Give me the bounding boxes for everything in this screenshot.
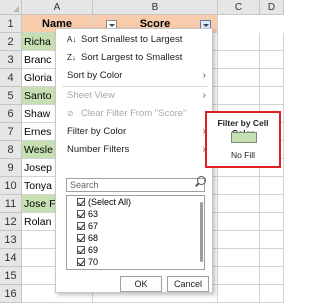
row-header[interactable]: 16 (0, 285, 22, 303)
select-all-label: (Select All) (88, 197, 132, 207)
empty-cell[interactable] (218, 69, 260, 87)
value-checkbox-item[interactable]: 69 (77, 244, 98, 256)
value-checkbox-item[interactable]: 67 (77, 220, 98, 232)
empty-cell[interactable] (218, 33, 260, 51)
select-all-corner[interactable] (0, 0, 22, 15)
row-header[interactable]: 12 (0, 213, 22, 231)
checkbox-checked-icon (77, 210, 85, 218)
empty-cell[interactable] (218, 285, 260, 303)
number-filters-label: Number Filters (67, 144, 130, 155)
empty-cell[interactable] (260, 213, 284, 231)
sort-by-color-item[interactable]: Sort by Color › (56, 67, 212, 84)
value-label: 63 (88, 209, 99, 219)
sort-by-color-label: Sort by Color (67, 70, 123, 81)
value-checkbox-item[interactable]: 81 (77, 268, 98, 270)
checkbox-checked-icon (77, 222, 85, 230)
row-header[interactable]: 9 (0, 159, 22, 177)
filter-by-cell-color-submenu: Filter by Cell Color No Fill (205, 111, 281, 168)
column-header-c[interactable]: C (218, 0, 260, 15)
cancel-button[interactable]: Cancel (167, 276, 209, 292)
empty-cell[interactable] (260, 195, 284, 213)
sort-ascending-item[interactable]: A↓ Sort Smallest to Largest (56, 31, 212, 48)
sort-desc-icon: Z↓ (67, 53, 76, 62)
search-placeholder: Search (70, 180, 99, 190)
select-all-checkbox[interactable]: (Select All) (77, 196, 131, 208)
value-checklist: (Select All) 6367686970819091 (66, 195, 205, 270)
empty-cell[interactable] (218, 213, 260, 231)
empty-cell[interactable] (260, 285, 284, 303)
row-header[interactable]: 7 (0, 123, 22, 141)
row-header[interactable]: 1 (0, 15, 22, 33)
empty-cell[interactable] (218, 51, 260, 69)
sheet-view-label: Sheet View (67, 90, 115, 101)
clear-filter-label: Clear Filter From "Score" (81, 108, 187, 119)
empty-cell[interactable] (260, 231, 284, 249)
empty-cell[interactable] (260, 87, 284, 105)
empty-cell[interactable] (218, 231, 260, 249)
value-label: 67 (88, 221, 99, 231)
empty-cell[interactable] (260, 69, 284, 87)
sort-asc-icon: A↓ (67, 35, 77, 44)
empty-cell[interactable] (260, 249, 284, 267)
clear-filter-icon: ⊘ (67, 109, 74, 118)
value-label: 70 (88, 257, 99, 267)
row-header[interactable]: 11 (0, 195, 22, 213)
checkbox-checked-icon (77, 198, 85, 206)
value-label: 81 (88, 269, 98, 270)
checkbox-checked-icon (77, 234, 85, 242)
empty-cell[interactable] (218, 249, 260, 267)
value-checkbox-item[interactable]: 68 (77, 232, 98, 244)
value-checkbox-item[interactable]: 63 (77, 208, 98, 220)
empty-cell[interactable] (260, 267, 284, 285)
sheet-view-item: Sheet View › (56, 87, 212, 104)
sort-ascending-label: Sort Smallest to Largest (81, 34, 183, 45)
filter-menu: A↓ Sort Smallest to Largest Z↓ Sort Larges… (55, 28, 213, 293)
clear-filter-item: ⊘ Clear Filter From "Score" (56, 105, 212, 122)
column-header-d[interactable]: D (260, 0, 284, 15)
no-fill-option[interactable]: No Fill (207, 150, 279, 160)
row-header[interactable]: 15 (0, 267, 22, 285)
row-header[interactable]: 10 (0, 177, 22, 195)
row-header[interactable]: 6 (0, 105, 22, 123)
checkbox-checked-icon (77, 246, 85, 254)
row-header[interactable]: 14 (0, 249, 22, 267)
row-header[interactable]: 4 (0, 69, 22, 87)
value-label: 68 (88, 233, 99, 243)
number-filters-item[interactable]: Number Filters› (56, 141, 212, 158)
empty-cell[interactable] (260, 33, 284, 51)
scrollbar-thumb[interactable] (200, 202, 203, 262)
row-header[interactable]: 3 (0, 51, 22, 69)
column-header-a[interactable]: A (22, 0, 93, 15)
row-header[interactable]: 2 (0, 33, 22, 51)
filter-by-color-label: Filter by Color (67, 126, 127, 137)
green-color-swatch[interactable] (231, 132, 257, 143)
sort-descending-item[interactable]: Z↓ Sort Largest to Smallest (56, 49, 212, 66)
empty-cell[interactable] (260, 51, 284, 69)
empty-cell[interactable] (218, 87, 260, 105)
chevron-right-icon: › (202, 70, 206, 81)
row-header[interactable]: 5 (0, 87, 22, 105)
ok-button[interactable]: OK (120, 276, 162, 292)
value-label: 69 (88, 245, 99, 255)
column-header-b[interactable]: B (93, 0, 218, 15)
sort-descending-label: Sort Largest to Smallest (81, 52, 183, 63)
row-header[interactable]: 8 (0, 141, 22, 159)
filter-by-color-item[interactable]: Filter by Color› (56, 123, 212, 140)
value-checkbox-item[interactable]: 70 (77, 256, 98, 268)
empty-cell[interactable] (218, 195, 260, 213)
empty-cell[interactable] (218, 177, 260, 195)
empty-cell[interactable] (218, 267, 260, 285)
chevron-right-icon: › (202, 90, 206, 101)
checkbox-checked-icon (77, 258, 85, 266)
search-input[interactable]: Search (66, 176, 206, 192)
row-header[interactable]: 13 (0, 231, 22, 249)
empty-cell[interactable] (260, 177, 284, 195)
search-icon (197, 176, 206, 185)
